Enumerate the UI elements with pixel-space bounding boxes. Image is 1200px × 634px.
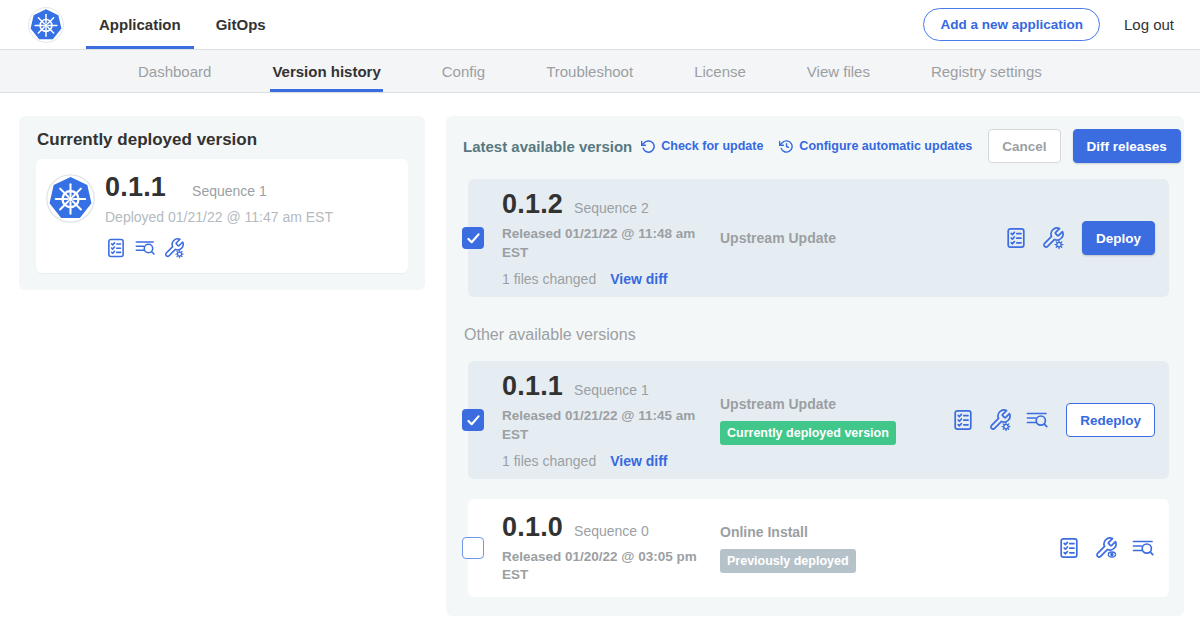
- wrench-eye-icon[interactable]: [1094, 536, 1118, 560]
- version-source-label: Online Install: [720, 524, 1057, 540]
- released-timezone: EST: [502, 244, 720, 262]
- other-versions-title: Other available versions: [464, 326, 1169, 344]
- version-checkbox[interactable]: [462, 537, 484, 559]
- deployed-timestamp: Deployed 01/21/22 @ 11:47 am EST: [105, 209, 333, 225]
- row-actions: Redeploy: [951, 403, 1155, 437]
- check-for-update-link[interactable]: Check for update: [641, 139, 763, 154]
- subnav-item-version-history[interactable]: Version history: [272, 50, 380, 92]
- subnav-item-registry-settings[interactable]: Registry settings: [931, 50, 1042, 92]
- deployed-version-card: 0.1.1 Sequence 1 Deployed 01/21/22 @ 11:…: [36, 159, 408, 273]
- troubleshoot-icon[interactable]: [163, 237, 185, 259]
- sequence-label: Sequence 2: [574, 200, 649, 216]
- version-history-panel: Latest available version Check for updat…: [446, 116, 1184, 616]
- preflight-checks-icon[interactable]: [1004, 226, 1028, 250]
- released-timestamp: Released 01/20/22 @ 03:05 pm: [502, 548, 720, 566]
- redeploy-button[interactable]: Redeploy: [1066, 403, 1155, 437]
- version-checkbox[interactable]: [462, 409, 484, 431]
- version-source-label: Upstream Update: [720, 230, 1004, 246]
- header-actions: Cancel Diff releases: [988, 129, 1181, 163]
- diff-releases-button[interactable]: Diff releases: [1073, 129, 1181, 163]
- app-icon: [46, 174, 95, 223]
- app-subnav: Dashboard Version history Config Troublesho…: [0, 50, 1200, 93]
- row-actions: Deploy: [1004, 221, 1155, 255]
- view-files-icon[interactable]: [1025, 408, 1049, 432]
- version-row: 0.1.1 Sequence 1 Released 01/21/22 @ 11:…: [468, 361, 1169, 479]
- troubleshoot-icon[interactable]: [1041, 226, 1065, 250]
- subnav-item-license[interactable]: License: [694, 50, 746, 92]
- currently-deployed-panel: Currently deployed version 0.1.1 Sequenc…: [19, 116, 425, 290]
- view-files-icon[interactable]: [134, 237, 156, 259]
- subnav-item-view-files[interactable]: View files: [807, 50, 870, 92]
- subnav-item-dashboard[interactable]: Dashboard: [138, 50, 211, 92]
- deployed-sequence-label: Sequence 1: [192, 183, 267, 199]
- status-badge: Previously deployed: [720, 549, 856, 573]
- logout-link[interactable]: Log out: [1124, 16, 1174, 33]
- troubleshoot-icon[interactable]: [988, 408, 1012, 432]
- top-header: Application GitOps Add a new application…: [0, 0, 1200, 50]
- configure-automatic-updates-link[interactable]: Configure automatic updates: [779, 139, 972, 154]
- preflight-checks-icon[interactable]: [951, 408, 975, 432]
- version-row: 0.1.0 Sequence 0 Released 01/20/22 @ 03:…: [468, 499, 1169, 597]
- subnav-item-troubleshoot[interactable]: Troubleshoot: [546, 50, 633, 92]
- tab-gitops[interactable]: GitOps: [203, 0, 279, 49]
- latest-available-title: Latest available version: [463, 138, 632, 155]
- main-content: Currently deployed version 0.1.1 Sequenc…: [0, 93, 1200, 616]
- status-badge: Currently deployed version: [720, 421, 896, 445]
- released-timezone: EST: [502, 426, 720, 444]
- files-changed-label: 1 files changed: [502, 271, 596, 287]
- version-checkbox[interactable]: [462, 227, 484, 249]
- tab-application[interactable]: Application: [86, 0, 194, 49]
- released-timestamp: Released 01/21/22 @ 11:48 am: [502, 225, 720, 243]
- app-tabs: Application GitOps: [86, 0, 288, 49]
- released-timezone: EST: [502, 566, 720, 584]
- deployed-panel-title: Currently deployed version: [37, 130, 408, 150]
- topbar-right: Add a new application Log out: [923, 8, 1174, 41]
- sequence-label: Sequence 1: [574, 382, 649, 398]
- preflight-checks-icon[interactable]: [1057, 536, 1081, 560]
- clock-refresh-icon: [779, 139, 794, 154]
- deployed-version-label: 0.1.1: [105, 172, 166, 203]
- kubernetes-logo: [28, 7, 64, 43]
- add-application-button[interactable]: Add a new application: [923, 8, 1100, 41]
- released-timestamp: Released 01/21/22 @ 11:45 am: [502, 407, 720, 425]
- view-files-icon[interactable]: [1131, 536, 1155, 560]
- view-diff-link[interactable]: View diff: [610, 271, 667, 287]
- version-label: 0.1.2: [502, 189, 563, 220]
- cancel-button[interactable]: Cancel: [988, 129, 1060, 163]
- version-source-label: Upstream Update: [720, 396, 951, 412]
- version-label: 0.1.1: [502, 371, 563, 402]
- refresh-icon: [641, 139, 656, 154]
- sequence-label: Sequence 0: [574, 523, 649, 539]
- row-actions: [1057, 536, 1155, 560]
- preflight-checks-icon[interactable]: [105, 237, 127, 259]
- files-changed-label: 1 files changed: [502, 453, 596, 469]
- deploy-button[interactable]: Deploy: [1082, 221, 1155, 255]
- latest-available-header: Latest available version Check for updat…: [461, 129, 1169, 163]
- version-row: 0.1.2 Sequence 2 Released 01/21/22 @ 11:…: [468, 179, 1169, 297]
- subnav-item-config[interactable]: Config: [442, 50, 485, 92]
- version-label: 0.1.0: [502, 512, 563, 543]
- view-diff-link[interactable]: View diff: [610, 453, 667, 469]
